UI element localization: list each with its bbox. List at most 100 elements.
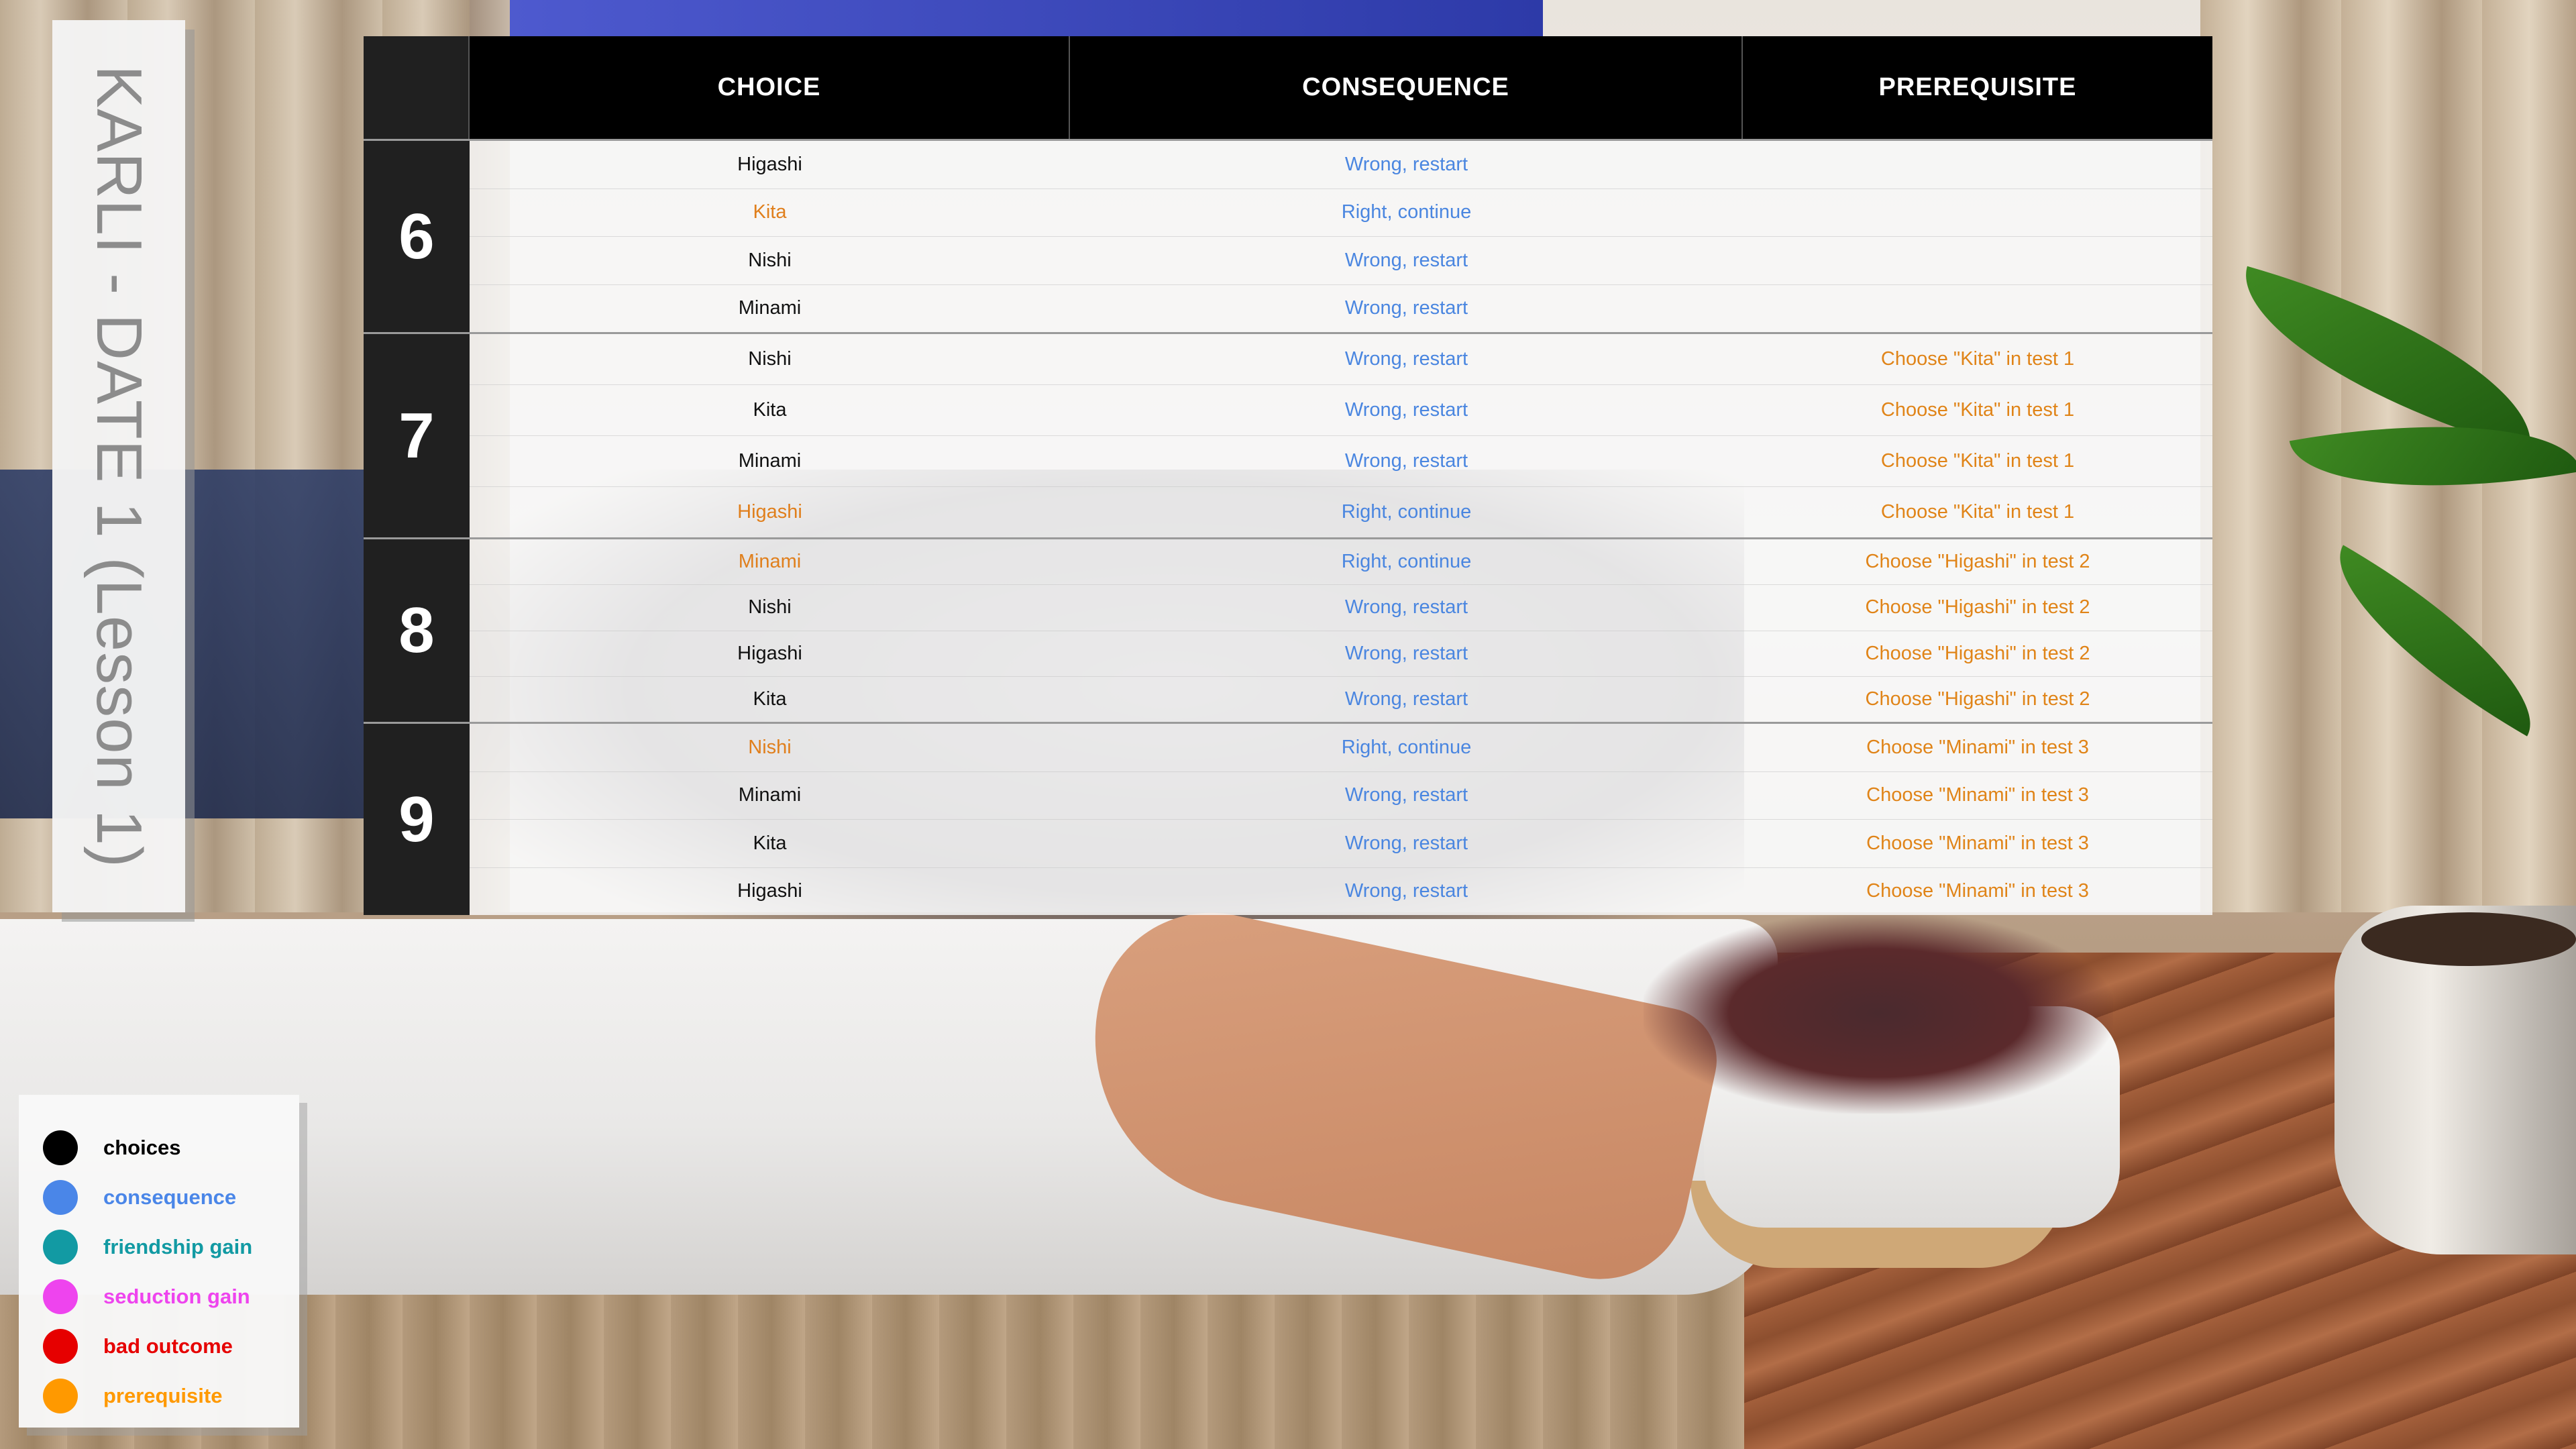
choice-cell: Kita [753, 832, 787, 854]
consequence-cell: Right, continue [1341, 736, 1472, 758]
choice-cell: Kita [753, 688, 787, 710]
consequence-cell: Wrong, restart [1344, 399, 1468, 421]
table-row: Nishi Wrong, restart [470, 237, 2212, 285]
color-dot-icon [43, 1180, 78, 1215]
prerequisite-cell [1743, 141, 2212, 189]
legend-item: friendship gain [19, 1222, 299, 1272]
prerequisite-cell: Choose "Minami" in test 3 [1866, 880, 2089, 902]
color-dot-icon [43, 1279, 78, 1314]
prerequisite-cell: Choose "Higashi" in test 2 [1865, 596, 2090, 619]
prerequisite-cell: Choose "Kita" in test 1 [1880, 348, 2075, 370]
header-corner [364, 36, 470, 139]
choice-cell: Kita [753, 201, 787, 223]
table-row: Higashi Wrong, restart Choose "Minami" in … [470, 868, 2212, 916]
legend-list: choices consequence friendship gain seducti… [19, 1123, 299, 1421]
question-rows: Higashi Wrong, restart Kita Right, continue… [470, 141, 2212, 332]
legend-item: consequence [19, 1173, 299, 1222]
question-rows: Nishi Wrong, restart Choose "Kita" in test… [470, 334, 2212, 537]
legend-label: bad outcome [103, 1334, 233, 1358]
header-choice: CHOICE [470, 36, 1070, 139]
table-row: Kita Wrong, restart Choose "Higashi" in te… [470, 677, 2212, 722]
choice-cell: Higashi [737, 642, 802, 664]
legend-label: seduction gain [103, 1285, 250, 1308]
prerequisite-cell: Choose "Minami" in test 3 [1866, 784, 2089, 806]
prerequisite-cell: Choose "Higashi" in test 2 [1865, 688, 2090, 710]
consequence-cell: Wrong, restart [1344, 153, 1468, 175]
table-row: Minami Wrong, restart Choose "Minami" in t… [470, 772, 2212, 820]
legend-item: choices [19, 1123, 299, 1173]
table-row: Nishi Wrong, restart Choose "Higashi" in t… [470, 585, 2212, 631]
consequence-cell: Right, continue [1341, 551, 1472, 573]
consequence-cell: Wrong, restart [1344, 348, 1468, 370]
table-row: Minami Wrong, restart Choose "Kita" in tes… [470, 436, 2212, 487]
header-prerequisite: PREREQUISITE [1743, 36, 2212, 139]
table-row: Minami Wrong, restart [470, 285, 2212, 333]
prerequisite-cell: Choose "Higashi" in test 2 [1865, 551, 2090, 573]
prerequisite-cell [1743, 285, 2212, 333]
table-row: Kita Wrong, restart Choose "Minami" in tes… [470, 820, 2212, 868]
choice-cell: Nishi [748, 348, 792, 370]
legend-label: choices [103, 1136, 181, 1159]
consequence-cell: Wrong, restart [1344, 249, 1468, 271]
consequence-cell: Wrong, restart [1344, 832, 1468, 854]
choice-cell: Higashi [737, 880, 802, 902]
legend-label: prerequisite [103, 1384, 223, 1407]
prerequisite-cell: Choose "Minami" in test 3 [1866, 736, 2089, 758]
choice-cell: Kita [753, 399, 787, 421]
prerequisite-cell [1743, 189, 2212, 237]
consequence-cell: Wrong, restart [1344, 596, 1468, 619]
choice-cell: Nishi [748, 596, 792, 619]
table-row: Nishi Wrong, restart Choose "Kita" in test… [470, 334, 2212, 385]
walkthrough-table: CHOICE CONSEQUENCE PREREQUISITE 6 Higashi… [364, 36, 2212, 915]
consequence-cell: Wrong, restart [1344, 450, 1468, 472]
choice-cell: Higashi [737, 501, 802, 523]
legend-item: bad outcome [19, 1322, 299, 1371]
consequence-cell: Right, continue [1341, 201, 1472, 223]
prerequisite-cell: Choose "Minami" in test 3 [1866, 832, 2089, 854]
legend-label: friendship gain [103, 1235, 253, 1258]
question-group: 6 Higashi Wrong, restart Kita Right, continu… [364, 139, 2212, 332]
table-row: Minami Right, continue Choose "Higashi" in… [470, 539, 2212, 586]
color-dot-icon [43, 1329, 78, 1364]
legend-item: seduction gain [19, 1272, 299, 1322]
question-number: 9 [364, 724, 470, 915]
table-row: Higashi Wrong, restart Choose "Higashi" in… [470, 631, 2212, 677]
choice-cell: Minami [738, 551, 802, 573]
header-consequence: CONSEQUENCE [1070, 36, 1743, 139]
choice-cell: Minami [738, 450, 802, 472]
choice-cell: Minami [738, 297, 802, 319]
question-number: 6 [364, 141, 470, 332]
prerequisite-cell: Choose "Kita" in test 1 [1880, 450, 2075, 472]
question-group: 8 Minami Right, continue Choose "Higashi" i… [364, 537, 2212, 722]
question-number: 8 [364, 539, 470, 722]
color-dot-icon [43, 1230, 78, 1265]
question-number: 7 [364, 334, 470, 537]
consequence-cell: Right, continue [1341, 501, 1472, 523]
consequence-cell: Wrong, restart [1344, 642, 1468, 664]
color-dot-icon [43, 1379, 78, 1413]
choice-cell: Minami [738, 784, 802, 806]
prerequisite-cell: Choose "Higashi" in test 2 [1865, 642, 2090, 664]
choice-cell: Higashi [737, 153, 802, 175]
plant-soil [2361, 912, 2576, 966]
consequence-cell: Wrong, restart [1344, 688, 1468, 710]
figure-hair [1644, 912, 2113, 1114]
table-row: Nishi Right, continue Choose "Minami" in t… [470, 724, 2212, 772]
table-row: Kita Wrong, restart Choose "Kita" in test … [470, 385, 2212, 436]
question-rows: Nishi Right, continue Choose "Minami" in t… [470, 724, 2212, 915]
question-group: 7 Nishi Wrong, restart Choose "Kita" in tes… [364, 332, 2212, 537]
title-card: KARLI - DATE 1 (Lesson 1) [52, 20, 185, 912]
consequence-cell: Wrong, restart [1344, 880, 1468, 902]
prerequisite-cell: Choose "Kita" in test 1 [1880, 399, 2075, 421]
page-title: KARLI - DATE 1 (Lesson 1) [83, 64, 155, 868]
table-row: Higashi Right, continue Choose "Kita" in t… [470, 487, 2212, 537]
legend: choices consequence friendship gain seducti… [19, 1095, 299, 1428]
table-row: Higashi Wrong, restart [470, 141, 2212, 189]
prerequisite-cell [1743, 237, 2212, 284]
legend-item: prerequisite [19, 1371, 299, 1421]
curtain-right [2200, 0, 2576, 973]
color-dot-icon [43, 1130, 78, 1165]
prerequisite-cell: Choose "Kita" in test 1 [1880, 501, 2075, 523]
question-group: 9 Nishi Right, continue Choose "Minami" in … [364, 722, 2212, 915]
question-rows: Minami Right, continue Choose "Higashi" in… [470, 539, 2212, 722]
